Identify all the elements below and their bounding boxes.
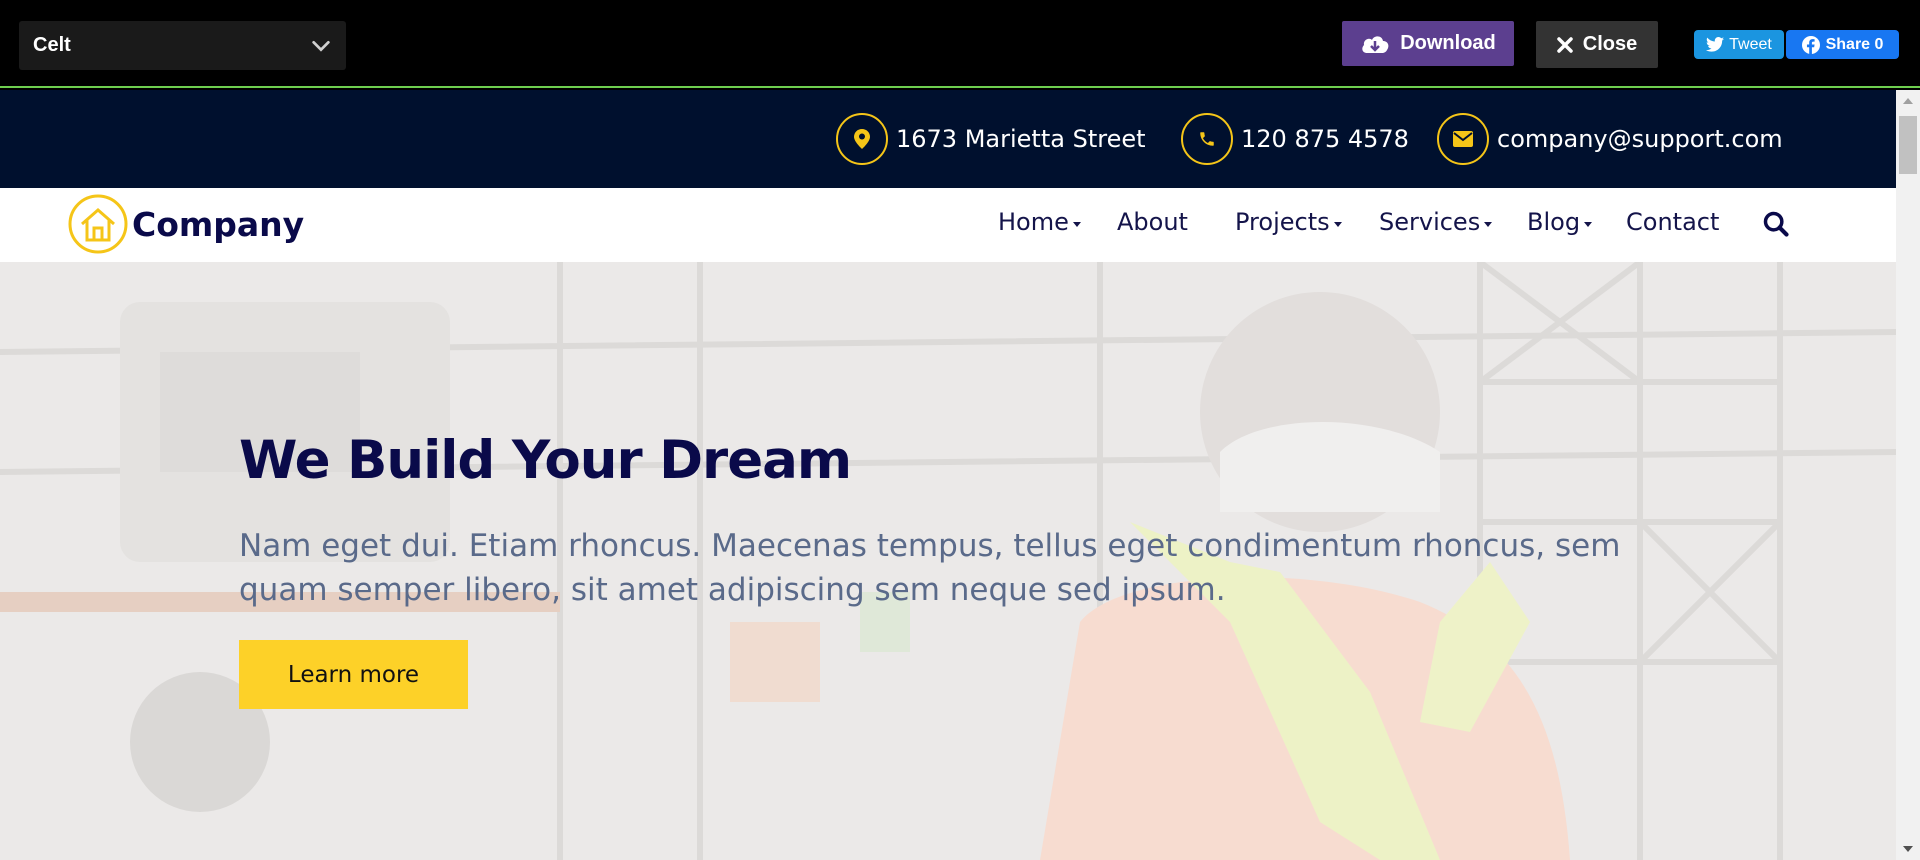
nav-item-blog[interactable]: Blog (1527, 208, 1593, 236)
close-icon (1557, 36, 1573, 53)
phone-text: 120 875 4578 (1241, 125, 1409, 153)
scrollbar[interactable] (1896, 90, 1920, 860)
email-item[interactable]: company@support.com (1437, 113, 1783, 165)
hero-description: Nam eget dui. Etiam rhoncus. Maecenas te… (239, 528, 1621, 608)
search-icon[interactable] (1762, 210, 1790, 238)
close-button[interactable]: Close (1536, 21, 1658, 68)
theme-select-value: Celt (33, 34, 71, 56)
nav-item-label: Contact (1626, 208, 1720, 236)
envelope-icon (1437, 113, 1489, 165)
twitter-icon (1706, 37, 1725, 52)
map-pin-icon (836, 113, 888, 165)
hero-section: We Build Your Dream Nam eget dui. Etiam … (0, 262, 1896, 860)
house-logo-icon (68, 194, 128, 254)
nav-item-label: Home (998, 208, 1069, 236)
caret-down-icon (1584, 221, 1593, 227)
nav-item-label: Projects (1235, 208, 1330, 236)
theme-select[interactable]: Celt (19, 21, 346, 70)
phone-item: 120 875 4578 (1181, 113, 1409, 165)
caret-down-icon (1484, 221, 1493, 227)
chevron-down-icon (312, 40, 330, 52)
facebook-icon (1801, 35, 1820, 54)
scroll-down-arrow-icon[interactable] (1903, 846, 1913, 852)
address-item: 1673 Marietta Street (836, 113, 1146, 165)
nav-item-contact[interactable]: Contact (1626, 208, 1719, 236)
logo[interactable]: Company (68, 194, 304, 254)
nav-item-label: About (1117, 208, 1188, 236)
nav-item-label: Services (1379, 208, 1481, 236)
phone-icon (1181, 113, 1233, 165)
facebook-share-button[interactable]: Share 0 (1786, 30, 1899, 59)
contact-topbar: 1673 Marietta Street 120 875 4578 compan… (0, 90, 1896, 188)
caret-down-icon (1333, 221, 1342, 227)
download-label: Download (1400, 32, 1496, 54)
nav-item-home[interactable]: Home (998, 208, 1081, 236)
learn-more-button[interactable]: Learn more (239, 640, 468, 709)
address-text: 1673 Marietta Street (896, 125, 1146, 153)
scroll-thumb[interactable] (1899, 116, 1917, 174)
main-navbar: Company Home About Projects Services Blo… (0, 188, 1896, 262)
share-label: Share 0 (1825, 35, 1884, 53)
nav-item-about[interactable]: About (1117, 208, 1188, 236)
tweet-button[interactable]: Tweet (1694, 30, 1784, 59)
cloud-download-icon (1362, 35, 1389, 53)
download-button[interactable]: Download (1342, 21, 1514, 66)
nav-item-label: Blog (1527, 208, 1581, 236)
preview-bar: Celt Download Close Tweet Share 0 (0, 0, 1920, 88)
nav-item-projects[interactable]: Projects (1235, 208, 1342, 236)
tweet-label: Tweet (1729, 35, 1772, 53)
close-label: Close (1582, 33, 1638, 55)
nav-item-services[interactable]: Services (1379, 208, 1493, 236)
caret-down-icon (1072, 221, 1081, 227)
logo-text: Company (132, 204, 305, 244)
email-text: company@support.com (1497, 125, 1783, 153)
scroll-up-arrow-icon[interactable] (1903, 98, 1913, 104)
hero-title: We Build Your Dream (239, 430, 852, 491)
site-preview: 1673 Marietta Street 120 875 4578 compan… (0, 90, 1896, 860)
